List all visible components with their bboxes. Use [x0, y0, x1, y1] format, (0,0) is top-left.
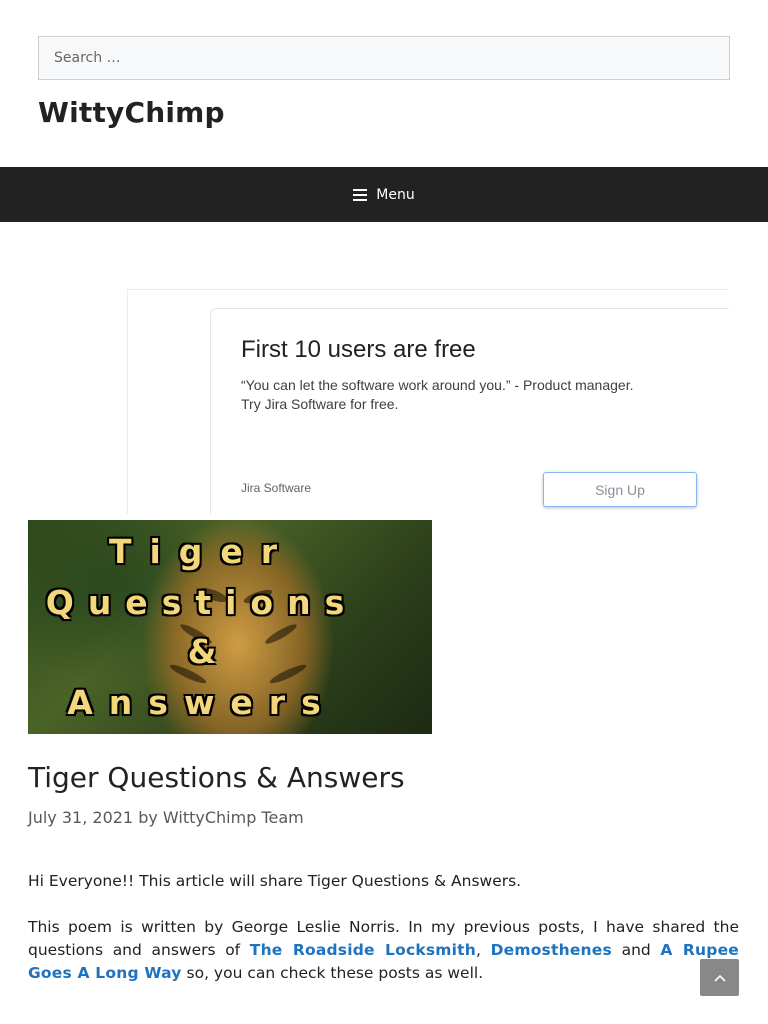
ad-signup-button[interactable]: Sign Up	[543, 472, 697, 507]
body-paragraph: This poem is written by George Leslie No…	[28, 916, 739, 985]
separator: ,	[476, 941, 491, 959]
ad-description-line: Try Jira Software for free.	[241, 396, 399, 412]
chevron-up-icon	[713, 974, 726, 982]
image-text-line: &	[187, 632, 217, 671]
paragraph-text: so, you can check these posts as well.	[181, 964, 484, 982]
post-date-link[interactable]: July 31, 2021	[28, 808, 133, 827]
image-text-line: Answers	[67, 683, 337, 722]
link-roadside-locksmith[interactable]: The Roadside Locksmith	[250, 941, 476, 959]
site-title[interactable]: WittyChimp	[38, 96, 225, 129]
search-form	[38, 36, 730, 80]
hamburger-icon	[353, 188, 368, 201]
post-title: Tiger Questions & Answers	[28, 761, 405, 794]
image-text-line: Questions	[45, 583, 359, 622]
ad-brand: Jira Software	[241, 481, 312, 495]
link-demosthenes[interactable]: Demosthenes	[491, 941, 612, 959]
back-to-top-button[interactable]	[700, 959, 739, 996]
menu-toggle-button[interactable]: Menu	[353, 186, 415, 203]
image-text-line: Tiger	[108, 532, 296, 571]
by-label: by	[138, 808, 158, 827]
author-link[interactable]: WittyChimp Team	[163, 808, 304, 827]
post-content: Hi Everyone!! This article will share Ti…	[28, 870, 739, 985]
separator: and	[611, 941, 661, 959]
ad-description-line: “You can let the software work around yo…	[241, 377, 634, 393]
main-navigation: Menu	[0, 167, 768, 222]
intro-paragraph: Hi Everyone!! This article will share Ti…	[28, 872, 522, 890]
search-input[interactable]	[38, 36, 730, 80]
menu-label: Menu	[376, 186, 415, 203]
post-meta: July 31, 2021 by WittyChimp Team	[28, 808, 304, 827]
ad-headline[interactable]: First 10 users are free	[241, 336, 476, 364]
